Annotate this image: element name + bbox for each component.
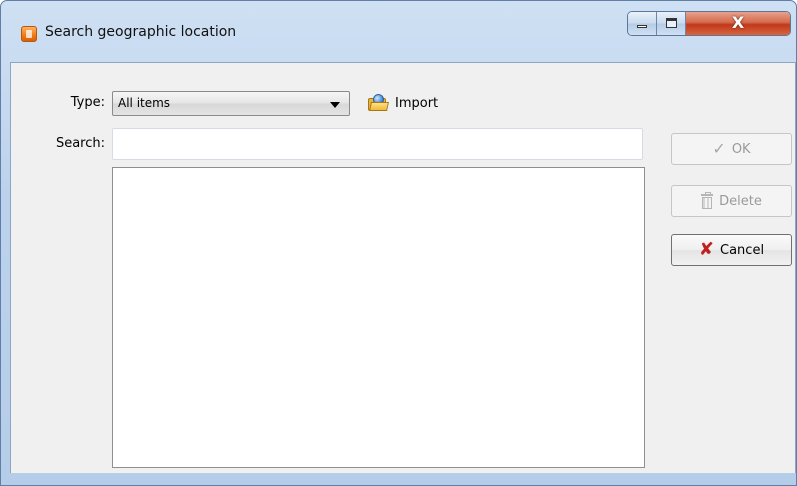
red-x-icon: ✘ [698,239,715,260]
app-icon [21,26,37,42]
close-button[interactable]: X [686,12,790,35]
maximize-icon [666,18,677,28]
window-title: Search geographic location [45,24,237,40]
cancel-button[interactable]: ✘ Cancel [671,234,792,266]
folder-globe-icon [367,94,389,112]
import-label: Import [395,95,439,111]
results-list[interactable] [112,167,645,468]
window-controls: X [627,11,791,36]
close-icon: X [731,13,745,32]
minimize-button[interactable] [628,12,657,35]
type-dropdown-value: All items [118,96,171,110]
search-label: Search: [55,136,105,151]
maximize-button[interactable] [657,12,686,35]
minimize-icon [637,25,647,28]
delete-button[interactable]: Delete [671,185,792,217]
dialog-window: Search geographic location X Type: All i… [0,0,797,486]
trash-icon [701,192,714,209]
delete-label: Delete [719,193,762,209]
search-input[interactable] [112,128,643,160]
dialog-client-area: Type: All items Import Search: ✓ OK Dele… [10,62,796,473]
cancel-label: Cancel [720,242,765,258]
ok-button[interactable]: ✓ OK [671,133,792,165]
type-dropdown[interactable]: All items [112,91,350,116]
type-label: Type: [70,95,105,110]
dropdown-arrow-icon [330,102,340,108]
import-button[interactable]: Import [367,92,438,114]
check-icon: ✓ [712,139,726,158]
title-bar[interactable]: Search geographic location X [1,1,796,57]
ok-label: OK [731,141,751,157]
